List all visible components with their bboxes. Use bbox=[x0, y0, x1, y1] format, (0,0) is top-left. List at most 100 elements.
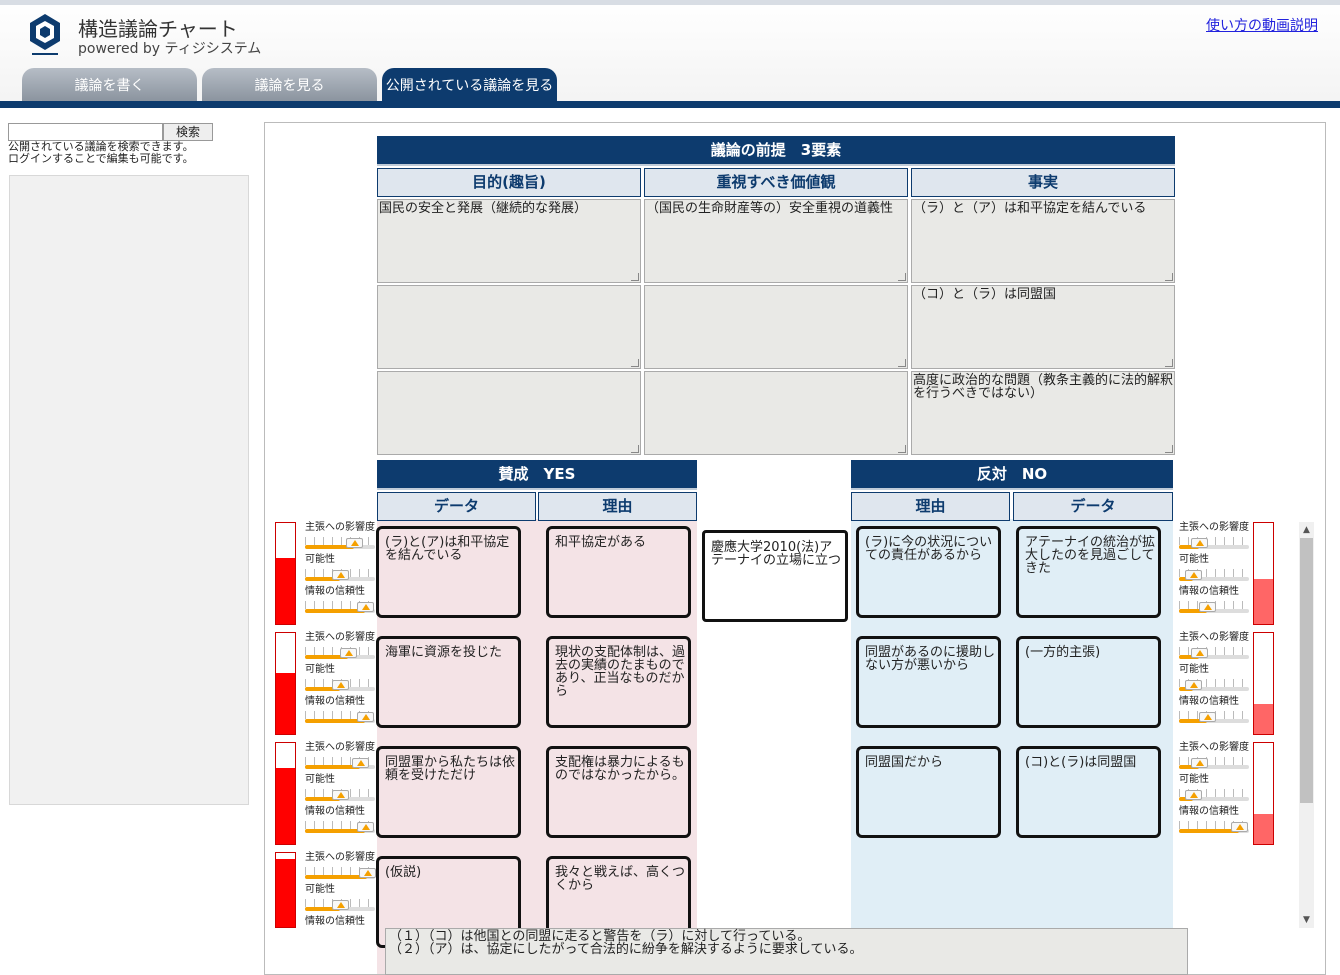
app-header: 構造議論チャート powered by ティジシステム 使い方の動画説明 議論を… bbox=[0, 0, 1340, 108]
reliability-slider[interactable] bbox=[1179, 711, 1249, 723]
impact-slider[interactable] bbox=[1179, 647, 1249, 659]
con-header: 反対 NO bbox=[851, 460, 1173, 490]
slider-thumb-icon[interactable] bbox=[340, 648, 358, 658]
possibility-label: 可能性 bbox=[305, 774, 335, 785]
slider-thumb-icon[interactable] bbox=[1190, 758, 1208, 768]
impact-label: 主張への影響度 bbox=[305, 852, 375, 863]
slider-thumb-icon[interactable] bbox=[356, 602, 374, 612]
impact-slider[interactable] bbox=[1179, 537, 1249, 549]
possibility-slider[interactable] bbox=[305, 789, 375, 801]
premise-facts-1[interactable]: （ラ）と（ア）は和平協定を結んでいる bbox=[911, 199, 1175, 283]
reliability-slider[interactable] bbox=[1179, 821, 1249, 833]
pro-reason-card[interactable]: 現状の支配体制は、過去の実績のたまものであり、正当なものだから bbox=[546, 636, 691, 728]
impact-slider[interactable] bbox=[1179, 757, 1249, 769]
premise-purpose-3[interactable] bbox=[377, 371, 641, 455]
search-button[interactable]: 検索 bbox=[163, 123, 213, 141]
possibility-slider[interactable] bbox=[1179, 679, 1249, 691]
con-reason-card[interactable]: 同盟国だから bbox=[856, 746, 1001, 838]
possibility-label: 可能性 bbox=[1179, 774, 1209, 785]
resize-grip-icon[interactable] bbox=[1165, 273, 1173, 281]
resize-grip-icon[interactable] bbox=[631, 273, 639, 281]
slider-thumb-icon[interactable] bbox=[1199, 712, 1216, 722]
slider-thumb-icon[interactable] bbox=[332, 570, 349, 580]
premise-values-2[interactable] bbox=[644, 285, 908, 369]
slider-thumb-icon[interactable] bbox=[346, 538, 363, 548]
scroll-up-icon[interactable]: ▲ bbox=[1299, 522, 1314, 538]
tab-write[interactable]: 議論を書く bbox=[22, 68, 197, 101]
slider-thumb-icon[interactable] bbox=[332, 680, 349, 690]
slider-thumb-icon[interactable] bbox=[1185, 790, 1202, 800]
con-data-card[interactable]: (一方的主張) bbox=[1016, 636, 1161, 728]
slider-thumb-icon[interactable] bbox=[356, 822, 374, 832]
con-reason-card[interactable]: 同盟があるのに援助しない方が悪いから bbox=[856, 636, 1001, 728]
premise-values-3[interactable] bbox=[644, 371, 908, 455]
resize-grip-icon[interactable] bbox=[631, 445, 639, 453]
premise-col-purpose: 目的(趣旨) bbox=[377, 168, 641, 197]
strength-meter bbox=[275, 522, 296, 625]
pro-data-card[interactable]: (ラ)と(ア)は和平協定を結んでいる bbox=[376, 526, 521, 618]
search-input[interactable] bbox=[8, 123, 163, 141]
resize-grip-icon[interactable] bbox=[1165, 359, 1173, 367]
reliability-label: 情報の信頼性 bbox=[1179, 696, 1239, 707]
scroll-thumb[interactable] bbox=[1300, 538, 1313, 803]
strength-meter bbox=[275, 742, 296, 845]
slider-thumb-icon[interactable] bbox=[332, 790, 349, 800]
strength-meter bbox=[1253, 632, 1274, 735]
claim-card[interactable]: 慶應大学2010(法)アテーナイの立場に立つ bbox=[702, 530, 848, 622]
notes-textarea[interactable]: （１）（コ）は他国との同盟に走ると警告を（ラ）に対して行っている。 （２）（ア）… bbox=[385, 928, 1188, 975]
possibility-slider[interactable] bbox=[305, 679, 375, 691]
resize-grip-icon[interactable] bbox=[1165, 445, 1173, 453]
reliability-slider[interactable] bbox=[305, 601, 375, 613]
possibility-slider[interactable] bbox=[1179, 569, 1249, 581]
premise-values-1[interactable]: （国民の生命財産等の）安全重視の道義性 bbox=[644, 199, 908, 283]
con-col-reason: 理由 bbox=[851, 492, 1010, 521]
possibility-label: 可能性 bbox=[1179, 554, 1209, 565]
slider-thumb-icon[interactable] bbox=[1190, 538, 1208, 548]
slider-thumb-icon[interactable] bbox=[356, 712, 374, 722]
pro-reason-card[interactable]: 和平協定がある bbox=[546, 526, 691, 618]
resize-grip-icon[interactable] bbox=[631, 359, 639, 367]
slider-thumb-icon[interactable] bbox=[358, 868, 376, 878]
impact-slider[interactable] bbox=[305, 537, 375, 549]
resize-grip-icon[interactable] bbox=[898, 273, 906, 281]
premise-facts-3[interactable]: 高度に政治的な問題（教条主義的に法的解釈を行うべきではない） bbox=[911, 371, 1175, 455]
slider-thumb-icon[interactable] bbox=[1230, 822, 1248, 832]
scroll-down-icon[interactable]: ▼ bbox=[1299, 912, 1314, 928]
impact-slider[interactable] bbox=[305, 647, 375, 659]
pro-reason-card[interactable]: 支配権は暴力によるものではなかったから。 bbox=[546, 746, 691, 838]
impact-slider[interactable] bbox=[305, 757, 375, 769]
premise-purpose-2[interactable] bbox=[377, 285, 641, 369]
con-data-card[interactable]: アテーナイの統治が拡大したのを見過ごしてきた bbox=[1016, 526, 1161, 618]
premise-facts-2[interactable]: （コ）と（ラ）は同盟国 bbox=[911, 285, 1175, 369]
tab-view[interactable]: 議論を見る bbox=[202, 68, 377, 101]
impact-label: 主張への影響度 bbox=[305, 632, 375, 643]
help-video-link[interactable]: 使い方の動画説明 bbox=[1206, 15, 1318, 35]
possibility-label: 可能性 bbox=[1179, 664, 1209, 675]
con-data-card[interactable]: (コ)と(ラ)は同盟国 bbox=[1016, 746, 1161, 838]
note-line: （２）（ア）は、協定にしたがって合法的に紛争を解決するように要求している。 bbox=[389, 942, 863, 957]
possibility-slider[interactable] bbox=[1179, 789, 1249, 801]
slider-thumb-icon[interactable] bbox=[351, 758, 369, 768]
slider-thumb-icon[interactable] bbox=[1190, 648, 1208, 658]
con-reason-card[interactable]: (ラ)に今の状況についての責任があるから bbox=[856, 526, 1001, 618]
pro-data-card[interactable]: 同盟軍から私たちは依頼を受けただけ bbox=[376, 746, 521, 838]
slider-thumb-icon[interactable] bbox=[332, 900, 349, 910]
slider-thumb-icon[interactable] bbox=[1199, 602, 1216, 612]
possibility-slider[interactable] bbox=[305, 569, 375, 581]
pro-col-reason: 理由 bbox=[538, 492, 697, 521]
slider-thumb-icon[interactable] bbox=[1185, 680, 1202, 690]
possibility-slider[interactable] bbox=[305, 899, 375, 911]
impact-slider[interactable] bbox=[305, 867, 376, 879]
strength-meter-fill bbox=[276, 858, 295, 927]
resize-grip-icon[interactable] bbox=[898, 359, 906, 367]
slider-thumb-icon[interactable] bbox=[1185, 570, 1202, 580]
resize-grip-icon[interactable] bbox=[898, 445, 906, 453]
pro-data-card[interactable]: 海軍に資源を投じた bbox=[376, 636, 521, 728]
chart-scrollbar[interactable]: ▲ ▼ bbox=[1299, 522, 1314, 928]
premise-text: 国民の安全と発展（継続的な発展） bbox=[379, 201, 588, 216]
reliability-slider[interactable] bbox=[305, 711, 375, 723]
premise-purpose-1[interactable]: 国民の安全と発展（継続的な発展） bbox=[377, 199, 641, 283]
reliability-slider[interactable] bbox=[305, 821, 375, 833]
tab-public[interactable]: 公開されている議論を見る bbox=[382, 68, 557, 101]
reliability-slider[interactable] bbox=[1179, 601, 1249, 613]
